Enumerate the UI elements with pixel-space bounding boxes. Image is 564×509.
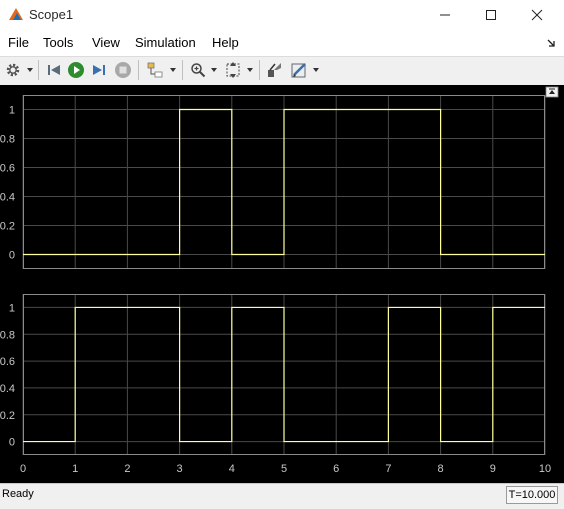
scale-axes-button[interactable]	[223, 60, 243, 80]
y-tick-label: 0.4	[0, 192, 15, 204]
run-button[interactable]	[66, 60, 86, 80]
x-tick-label: 7	[385, 463, 391, 475]
settings-button[interactable]	[3, 60, 23, 80]
x-tick-label: 5	[281, 463, 287, 475]
style-icon	[290, 61, 308, 79]
menu-bar	[0, 30, 564, 56]
chevron-down-icon[interactable]	[246, 66, 254, 74]
x-tick-label: 4	[229, 463, 235, 475]
minimize-button[interactable]	[422, 0, 468, 30]
chevron-down-icon[interactable]	[312, 66, 320, 74]
write-access-button[interactable]	[264, 60, 284, 80]
simulink-scope-icon	[8, 6, 24, 22]
toolbar-separator	[138, 60, 139, 80]
maximize-icon	[485, 9, 497, 21]
menu-simulation[interactable]: Simulation	[135, 35, 196, 50]
toolbar-separator	[182, 60, 183, 80]
simulation-time: T=10.000	[506, 486, 558, 504]
chevron-down-icon[interactable]	[169, 66, 177, 74]
step-back-icon	[46, 62, 62, 78]
stop-button[interactable]	[113, 60, 133, 80]
style-button[interactable]	[289, 60, 309, 80]
y-tick-label: 0	[9, 250, 15, 262]
dock-arrow-icon[interactable]	[546, 38, 556, 48]
menu-file[interactable]: File	[8, 35, 29, 50]
close-button[interactable]	[514, 0, 560, 30]
step-back-button[interactable]	[44, 60, 64, 80]
y-tick-label: 0.6	[0, 356, 15, 368]
y-tick-label: 1	[9, 105, 15, 117]
y-tick-label: 1	[9, 302, 15, 314]
expand-axes-button[interactable]	[546, 87, 558, 97]
x-tick-label: 10	[539, 463, 551, 475]
y-tick-label: 0.2	[0, 410, 15, 422]
status-bar	[0, 483, 564, 509]
highlight-block-icon	[146, 61, 164, 79]
menu-tools[interactable]: Tools	[43, 35, 73, 50]
scope-axes-1[interactable]: 1 0.8 0.6 0.4 0.2 0	[0, 95, 545, 269]
x-tick-label: 3	[177, 463, 183, 475]
toolbar-separator	[38, 60, 39, 80]
y-tick-label: 0	[9, 437, 15, 449]
y-tick-label: 0.8	[0, 134, 15, 146]
run-icon	[67, 61, 85, 79]
x-tick-label: 0	[20, 463, 26, 475]
minimize-icon	[439, 9, 451, 21]
y-tick-label: 0.6	[0, 163, 15, 175]
y-tick-label: 0.2	[0, 221, 15, 233]
gear-icon	[5, 62, 21, 78]
x-tick-label: 6	[333, 463, 339, 475]
menu-help[interactable]: Help	[212, 35, 239, 50]
maximize-button[interactable]	[468, 0, 514, 30]
window-title: Scope1	[29, 7, 73, 22]
zoom-button[interactable]	[188, 60, 208, 80]
x-tick-label: 2	[124, 463, 130, 475]
scope-plots[interactable]: 1 0.8 0.6 0.4 0.2 0 0 1 2 3 4 5 6 7 8 9 10 1 0.8 0.6 0.4 0.2 0	[0, 85, 564, 483]
scope-axes-2[interactable]: 0 1 2 3 4 5 6 7 8 9 10 1 0.8 0.6 0.4 0.2 0	[0, 294, 551, 475]
status-text: Ready	[2, 488, 34, 500]
zoom-icon	[190, 62, 206, 78]
write-access-icon	[265, 61, 283, 79]
chevron-down-icon[interactable]	[26, 66, 34, 74]
close-icon	[531, 9, 543, 21]
y-tick-label: 0.8	[0, 329, 15, 341]
highlight-block-button[interactable]	[145, 60, 165, 80]
x-tick-label: 8	[438, 463, 444, 475]
step-forward-button[interactable]	[89, 60, 109, 80]
step-forward-icon	[91, 62, 107, 78]
x-tick-label: 9	[490, 463, 496, 475]
stop-icon	[114, 61, 132, 79]
toolbar-separator	[259, 60, 260, 80]
chevron-down-icon[interactable]	[210, 66, 218, 74]
menu-view[interactable]: View	[92, 35, 120, 50]
y-tick-label: 0.4	[0, 383, 15, 395]
x-tick-label: 1	[72, 463, 78, 475]
scale-axes-icon	[225, 61, 241, 79]
